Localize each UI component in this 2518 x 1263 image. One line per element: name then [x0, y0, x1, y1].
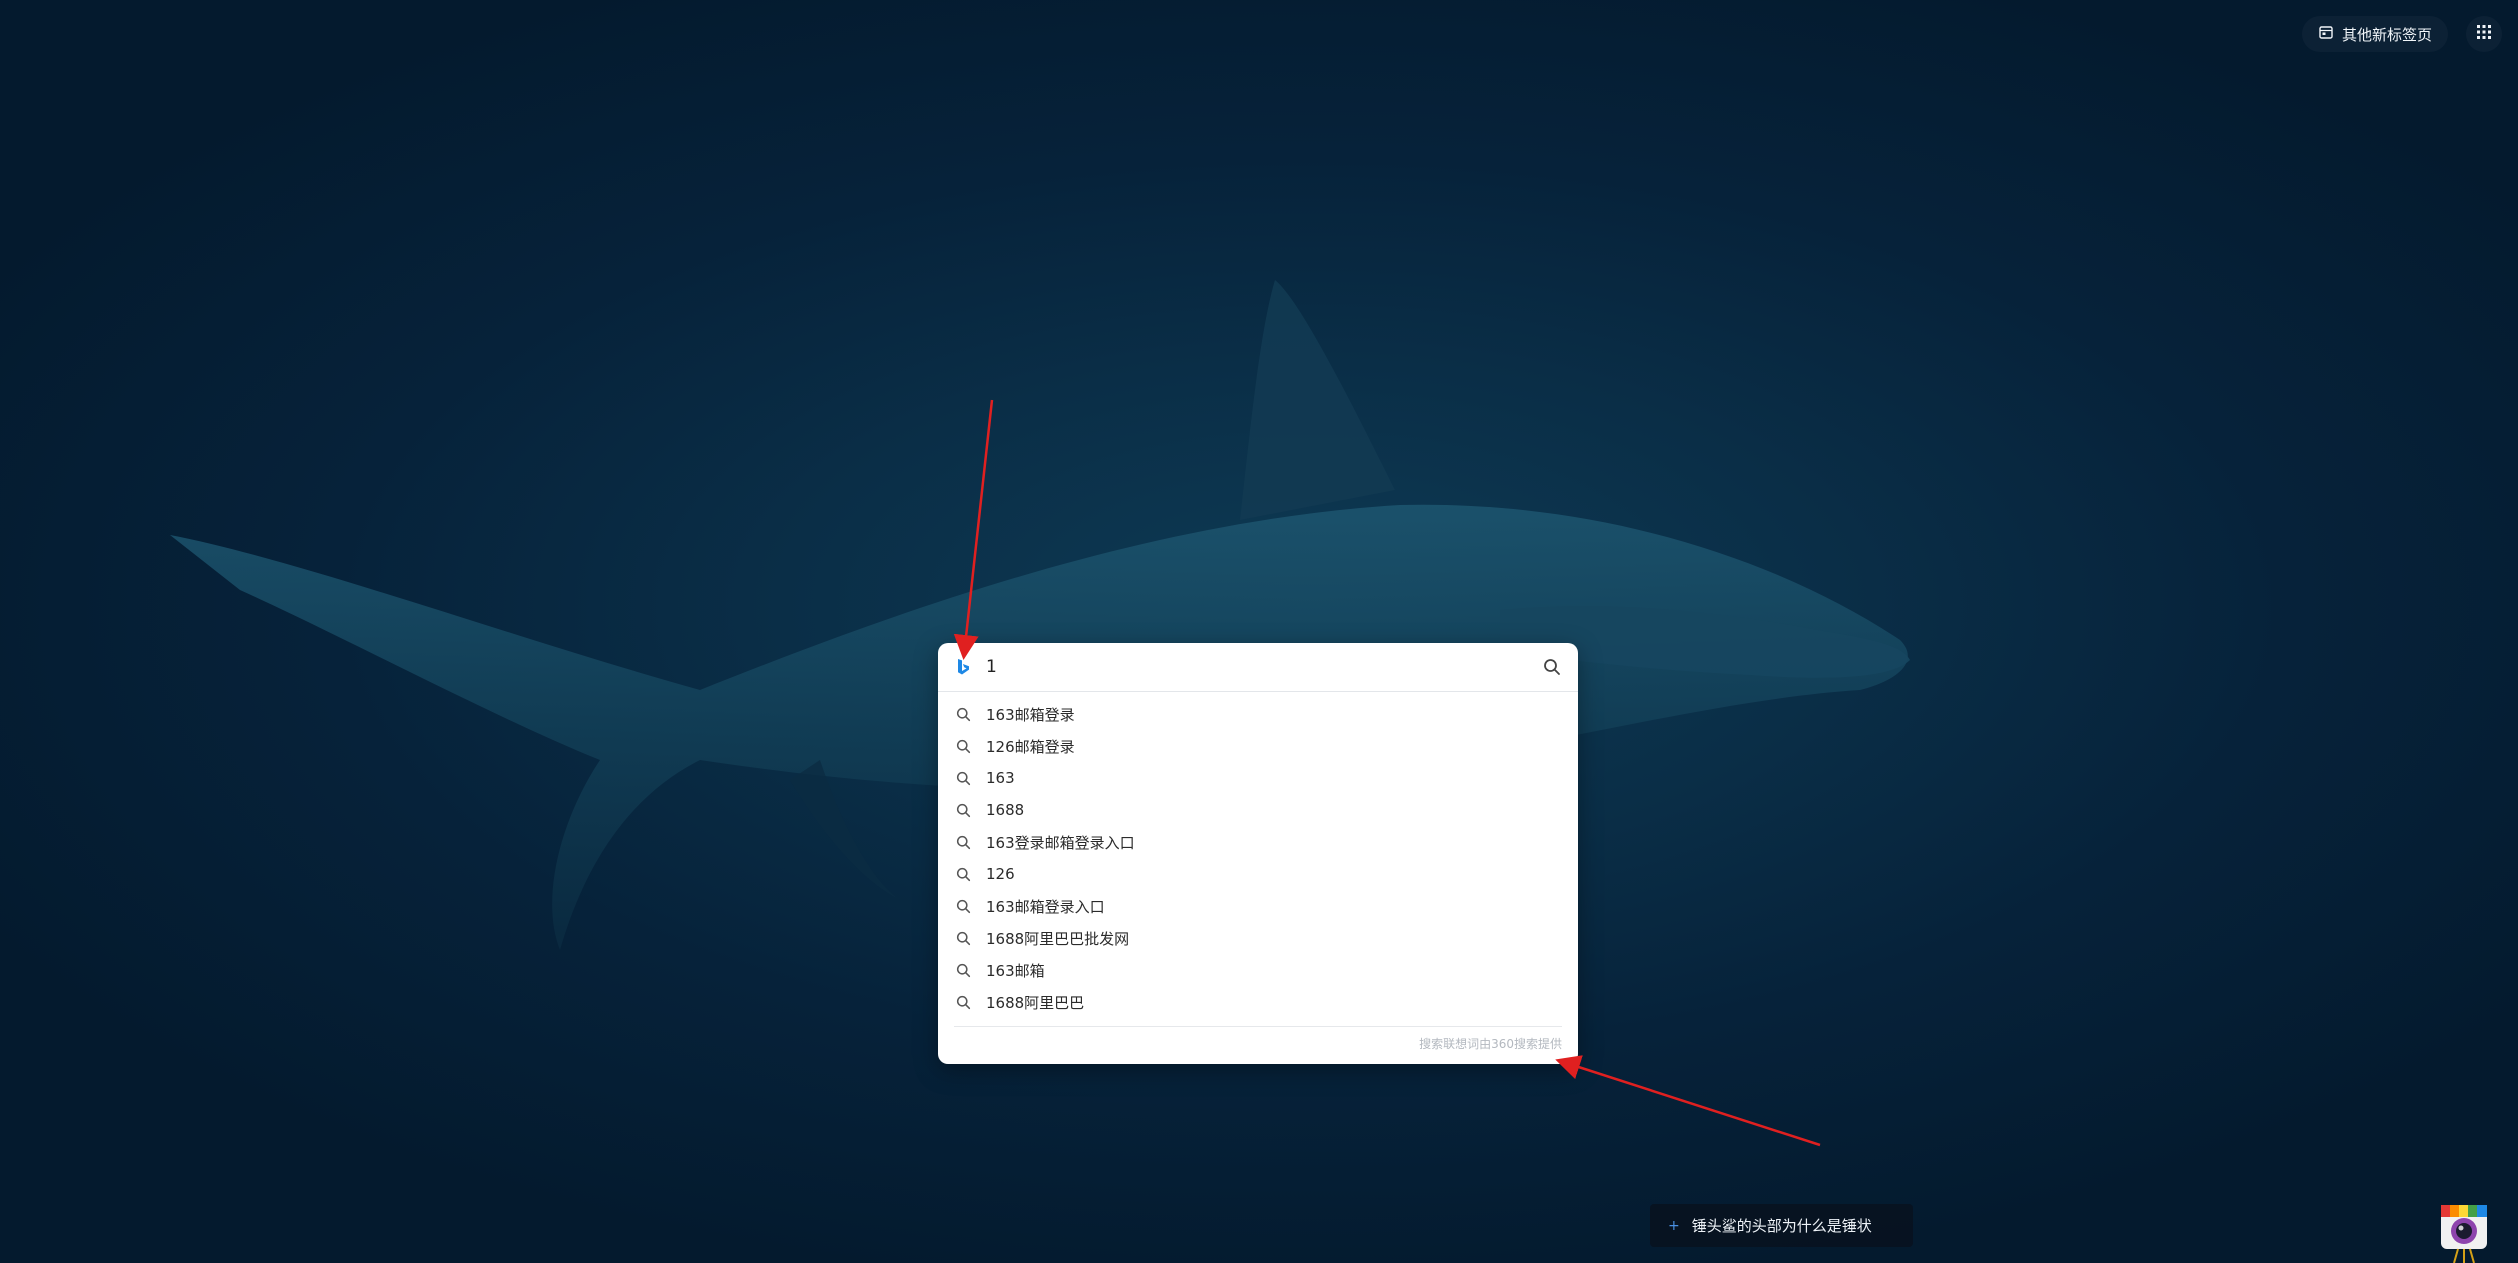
camera-icon[interactable]: [2440, 1203, 2488, 1263]
suggestion-text: 1688阿里巴巴: [986, 993, 1085, 1012]
suggestion-item[interactable]: 1688: [938, 794, 1578, 826]
top-right-toolbar: 其他新标签页: [2301, 16, 2502, 52]
other-new-tab-pages-button[interactable]: 其他新标签页: [2301, 16, 2448, 52]
search-icon[interactable]: [1540, 655, 1564, 679]
suggestion-text: 126邮箱登录: [986, 737, 1075, 756]
suggestion-item[interactable]: 163邮箱: [938, 954, 1578, 986]
bing-logo-icon[interactable]: [954, 658, 972, 676]
search-icon: [954, 769, 972, 787]
suggestion-text: 163邮箱登录入口: [986, 897, 1105, 916]
image-info-pill[interactable]: + 锤头鲨的头部为什么是锤状: [1650, 1204, 1913, 1247]
search-icon: [954, 737, 972, 755]
search-icon: [954, 993, 972, 1011]
search-icon: [954, 897, 972, 915]
suggestion-item[interactable]: 163登录邮箱登录入口: [938, 826, 1578, 858]
search-icon: [954, 705, 972, 723]
suggestion-text: 163邮箱登录: [986, 705, 1075, 724]
apps-grid-button[interactable]: [2466, 16, 2502, 52]
suggestion-text: 163邮箱: [986, 961, 1045, 980]
suggestion-list: 163邮箱登录 126邮箱登录 163 1688 163登录邮箱登录入口 126…: [938, 692, 1578, 1018]
suggestion-text: 126: [986, 865, 1015, 883]
search-input[interactable]: [986, 657, 1540, 677]
suggestion-text: 1688阿里巴巴批发网: [986, 929, 1130, 948]
suggestion-item[interactable]: 1688阿里巴巴批发网: [938, 922, 1578, 954]
suggestion-item[interactable]: 163邮箱登录: [938, 698, 1578, 730]
suggestion-text: 163: [986, 769, 1015, 787]
suggestion-item[interactable]: 126: [938, 858, 1578, 890]
search-icon: [954, 801, 972, 819]
grid-apps-icon: [2476, 24, 2492, 44]
other-new-tab-pages-label: 其他新标签页: [2341, 25, 2432, 44]
suggestion-item[interactable]: 1688阿里巴巴: [938, 986, 1578, 1018]
calendar-tab-icon: [2318, 24, 2334, 44]
search-icon: [954, 961, 972, 979]
search-suggestion-panel: 163邮箱登录 126邮箱登录 163 1688 163登录邮箱登录入口 126…: [938, 643, 1578, 1064]
suggestion-item[interactable]: 163: [938, 762, 1578, 794]
image-info-label: 锤头鲨的头部为什么是锤状: [1691, 1217, 1872, 1235]
search-bar: [938, 643, 1578, 692]
suggestion-text: 163登录邮箱登录入口: [986, 833, 1135, 852]
plus-icon: +: [1668, 1217, 1680, 1234]
suggestion-item[interactable]: 163邮箱登录入口: [938, 890, 1578, 922]
search-icon: [954, 865, 972, 883]
suggestion-text: 1688: [986, 801, 1025, 819]
search-icon: [954, 929, 972, 947]
search-icon: [954, 833, 972, 851]
background-image-hammerhead-shark: [170, 280, 1910, 950]
suggestion-item[interactable]: 126邮箱登录: [938, 730, 1578, 762]
suggestion-provider-note: 搜索联想词由360搜索提供: [1419, 1037, 1562, 1051]
